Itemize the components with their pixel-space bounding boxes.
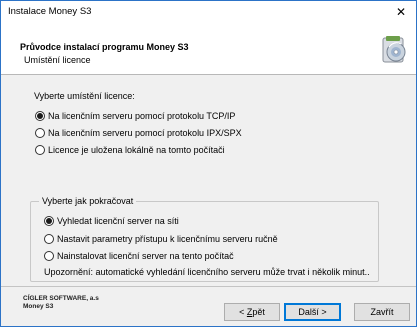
radio-indicator[interactable] [44, 216, 54, 226]
radio-label: Vyhledat licenční server na síti [57, 216, 179, 226]
radio-install-server[interactable]: Nainstalovat licenční server na tento po… [44, 251, 234, 261]
radio-label: Na licenčním serveru pomocí protokolu TC… [48, 111, 236, 121]
radio-label: Nastavit parametry přístupu k licenčnímu… [57, 234, 278, 244]
radio-manual-setup[interactable]: Nastavit parametry přístupu k licenčnímu… [44, 234, 278, 244]
wizard-header: Průvodce instalací programu Money S3 Umí… [1, 23, 416, 75]
radio-license-local[interactable]: Licence je uložena lokálně na tomto počí… [35, 145, 225, 155]
close-icon: ✕ [395, 5, 407, 19]
back-prefix: < [239, 307, 247, 317]
wizard-subtitle: Umístění licence [24, 55, 91, 65]
company-name: CÍGLER SOFTWARE, a.s [23, 295, 99, 302]
back-button[interactable]: < Zpět [224, 303, 280, 321]
radio-indicator[interactable] [35, 111, 45, 121]
warning-note: Upozornění: automatické vyhledání licenč… [44, 267, 370, 277]
radio-label: Nainstalovat licenční server na tento po… [57, 251, 234, 261]
footer-separator [1, 286, 416, 287]
radio-license-ipxspx[interactable]: Na licenčním serveru pomocí protokolu IP… [35, 128, 242, 138]
next-button[interactable]: Další > [284, 303, 341, 321]
radio-indicator[interactable] [35, 128, 45, 138]
window-close-button[interactable]: ✕ [386, 1, 416, 23]
back-rest: pět [252, 307, 265, 317]
radio-indicator[interactable] [35, 145, 45, 155]
continue-group-legend: Vyberte jak pokračovat [39, 196, 137, 206]
license-prompt: Vyberte umístění licence: [34, 91, 135, 101]
radio-search-network[interactable]: Vyhledat licenční server na síti [44, 216, 179, 226]
product-name: Money S3 [23, 303, 54, 310]
radio-indicator[interactable] [44, 251, 54, 261]
radio-label: Na licenčním serveru pomocí protokolu IP… [48, 128, 242, 138]
radio-indicator[interactable] [44, 234, 54, 244]
installer-disc-icon [382, 36, 406, 63]
radio-license-tcpip[interactable]: Na licenčním serveru pomocí protokolu TC… [35, 111, 235, 121]
close-button[interactable]: Zavřít [354, 303, 410, 321]
radio-label: Licence je uložena lokálně na tomto počí… [48, 145, 225, 155]
window-title: Instalace Money S3 [8, 6, 92, 17]
installer-window: Instalace Money S3 ✕ Průvodce instalací … [0, 0, 417, 327]
wizard-title: Průvodce instalací programu Money S3 [20, 42, 189, 52]
company-info: CÍGLER SOFTWARE, a.s Money S3 [23, 295, 99, 311]
title-bar: Instalace Money S3 ✕ [1, 1, 416, 23]
